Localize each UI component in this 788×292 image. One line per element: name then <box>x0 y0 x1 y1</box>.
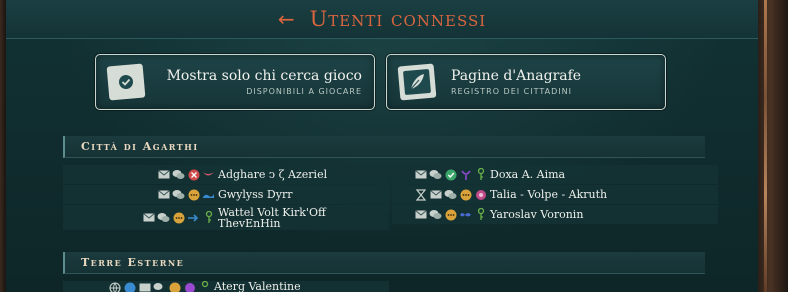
header-title-group: ← Utenti connessi <box>278 7 486 31</box>
mail-icon[interactable] <box>157 168 170 181</box>
user-row[interactable]: Wattel Volt Kirk'Off ThevEnHin <box>63 205 389 230</box>
chat-available-icon <box>168 281 181 292</box>
leaf-badge-icon <box>395 62 439 102</box>
user-row[interactable]: Gwylyss Dyrr <box>63 185 389 204</box>
chat-icon[interactable] <box>444 188 457 201</box>
info-icon <box>123 281 136 292</box>
key-icon <box>474 208 487 221</box>
user-name[interactable]: Adghare ↄ ζ Azeriel <box>218 169 327 180</box>
registry-button-sublabel: REGISTRO DEI CITTADINI <box>451 87 572 96</box>
user-name[interactable]: Gwylyss Dyrr <box>218 189 293 200</box>
globe-icon <box>108 281 121 292</box>
section-title: Città di Agarthi <box>81 140 199 153</box>
user-row[interactable]: Yaroslav Voronin <box>392 205 718 224</box>
user-name[interactable]: Aterg Valentine <box>214 281 301 292</box>
user-status-icons <box>392 168 490 181</box>
user-row[interactable]: Talia - Volpe - Akruth <box>392 185 718 204</box>
filter-button-text: Mostra solo chi cerca gioco DISPONIBILI … <box>156 68 374 96</box>
mask-race-icon <box>183 281 196 292</box>
user-status-icons <box>63 281 214 292</box>
chat-icon[interactable] <box>172 168 185 181</box>
section-header-outer-lands: Terre Esterne <box>63 252 705 274</box>
chat-icon[interactable] <box>172 188 185 201</box>
wings-race-icon <box>459 208 472 221</box>
user-row[interactable]: Doxa A. Aima <box>392 165 718 184</box>
back-arrow-icon[interactable]: ← <box>278 7 296 31</box>
user-name[interactable]: Doxa A. Aima <box>490 169 565 180</box>
chat-icon[interactable] <box>429 168 442 181</box>
fork-race-icon <box>459 168 472 181</box>
filter-seeking-play-button[interactable]: Mostra solo chi cerca gioco DISPONIBILI … <box>95 54 375 110</box>
left-frame-border <box>0 0 6 292</box>
section-header-agarthi: Città di Agarthi <box>63 136 705 158</box>
user-row[interactable]: Adghare ↄ ζ Azeriel <box>63 165 389 184</box>
chat-icon[interactable] <box>153 281 166 292</box>
mail-icon[interactable] <box>138 281 151 292</box>
filter-button-label: Mostra solo chi cerca gioco <box>166 68 362 84</box>
registry-pages-button[interactable]: Pagine d'Anagrafe REGISTRO DEI CITTADINI <box>386 54 666 110</box>
right-frame-border <box>758 0 788 292</box>
chat-icon[interactable] <box>157 211 170 224</box>
hourglass-icon <box>414 188 427 201</box>
mail-icon[interactable] <box>142 211 155 224</box>
user-name[interactable]: Yaroslav Voronin <box>490 209 583 220</box>
user-status-icons <box>392 208 490 221</box>
page-header: ← Utenti connessi <box>6 0 758 39</box>
section-title: Terre Esterne <box>81 256 185 269</box>
key-icon <box>202 211 215 224</box>
chat-available-icon <box>172 211 185 224</box>
filter-button-sublabel: DISPONIBILI A GIOCARE <box>246 87 362 96</box>
chat-available-icon <box>444 208 457 221</box>
rose-race-icon <box>474 188 487 201</box>
mail-icon[interactable] <box>414 168 427 181</box>
chat-available-icon <box>187 188 200 201</box>
mail-icon[interactable] <box>157 188 170 201</box>
wave-race-icon <box>202 188 215 201</box>
chat-icon[interactable] <box>429 208 442 221</box>
check-badge-icon <box>104 62 148 102</box>
key-icon <box>474 168 487 181</box>
user-name[interactable]: Talia - Volpe - Akruth <box>490 189 607 200</box>
user-status-icons <box>63 211 218 224</box>
page-title: Utenti connessi <box>309 7 487 31</box>
user-status-icons <box>63 188 218 201</box>
free-status-icon <box>444 168 457 181</box>
key-icon <box>198 281 211 292</box>
user-status-icons <box>63 168 218 181</box>
mail-icon[interactable] <box>429 188 442 201</box>
registry-button-text: Pagine d'Anagrafe REGISTRO DEI CITTADINI <box>447 68 665 96</box>
user-row[interactable]: Aterg Valentine <box>63 281 389 292</box>
user-status-icons <box>392 188 490 201</box>
user-list-right: Doxa A. Aima Talia - Volpe - Akruth Yaro… <box>392 165 718 225</box>
chat-available-icon <box>459 188 472 201</box>
horns-race-icon <box>202 168 215 181</box>
user-name[interactable]: Wattel Volt Kirk'Off ThevEnHin <box>218 207 326 229</box>
registry-button-label: Pagine d'Anagrafe <box>451 68 582 84</box>
mail-icon[interactable] <box>414 208 427 221</box>
busy-status-icon <box>187 168 200 181</box>
arrow-race-icon <box>187 211 200 224</box>
user-list-left: Adghare ↄ ζ Azeriel Gwylyss Dyrr Wattel … <box>63 165 389 231</box>
